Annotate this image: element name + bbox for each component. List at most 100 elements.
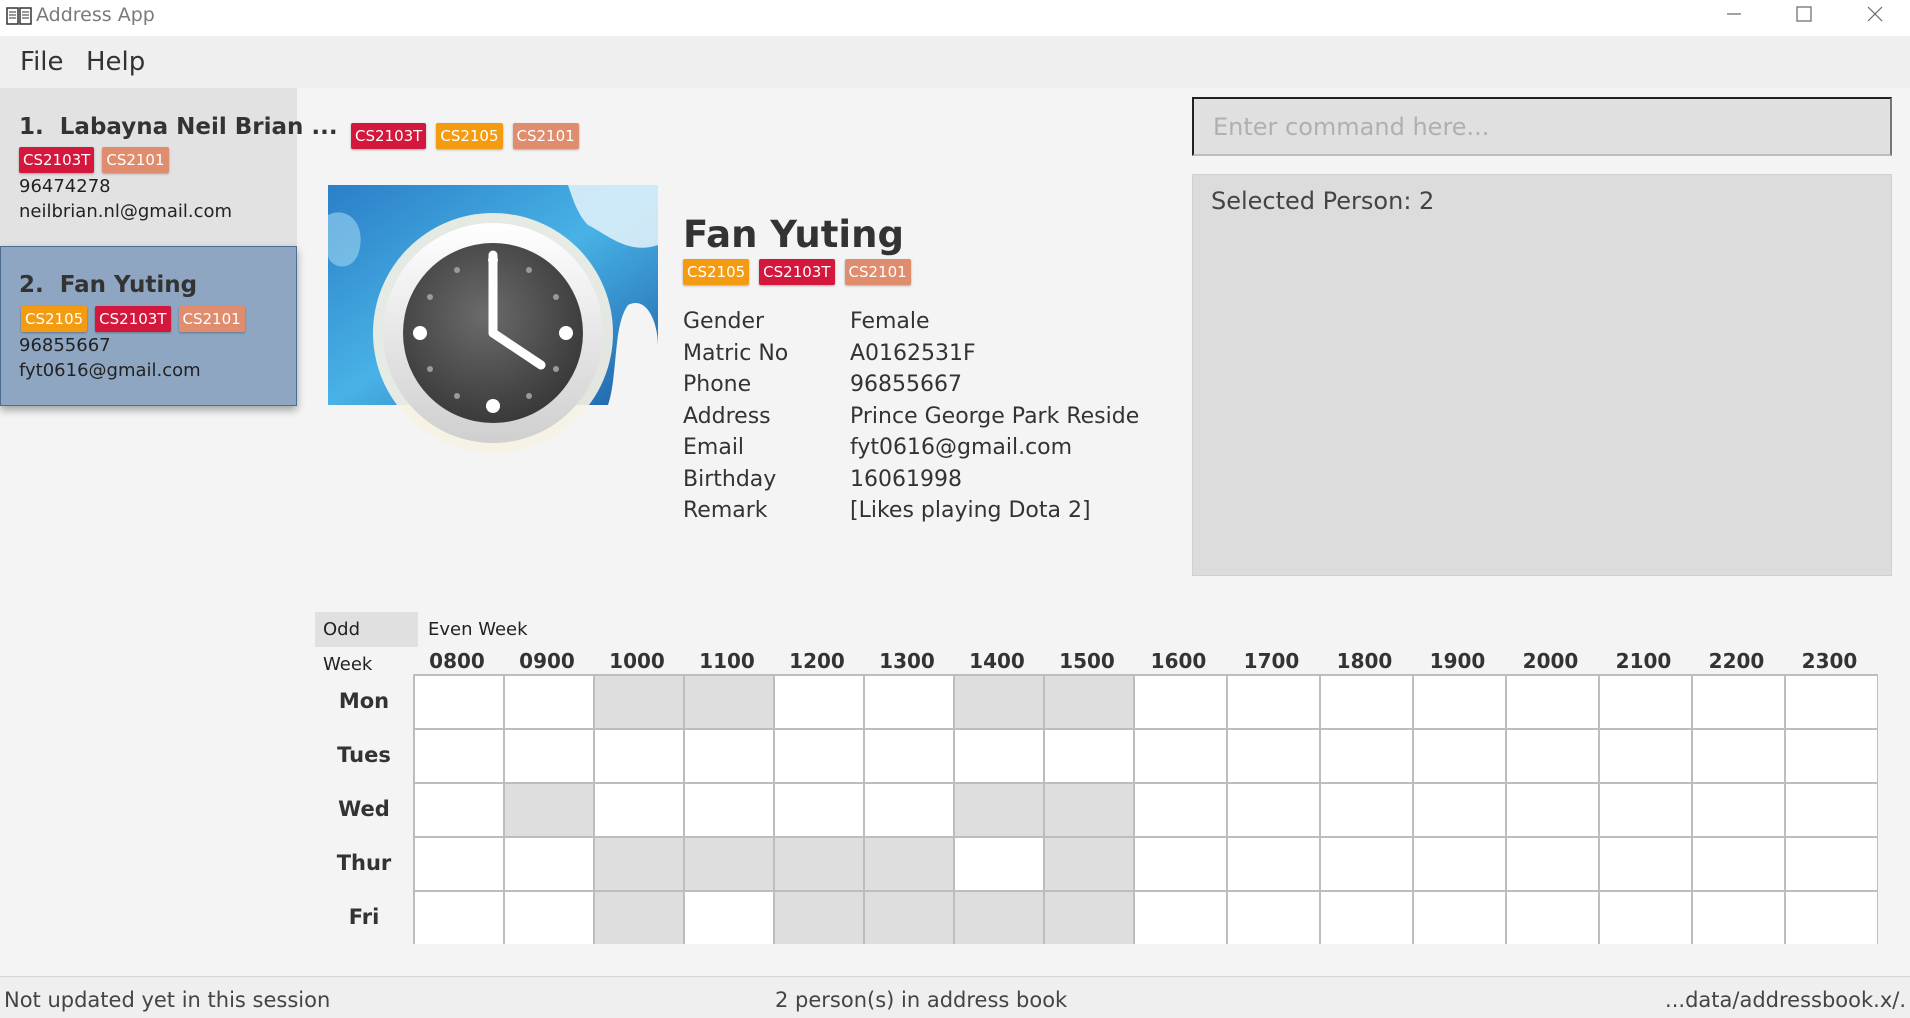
close-icon[interactable] [1840, 0, 1908, 30]
timetable-cell [1693, 838, 1784, 890]
timetable-cell-busy [865, 838, 953, 890]
menu-bar: File Help [0, 36, 1910, 88]
timetable-cell [1600, 730, 1691, 782]
timetable-cell [1414, 784, 1505, 836]
person-card-name: 2. Fan Yuting [19, 272, 197, 298]
timetable-cell-busy [955, 784, 1043, 836]
timetable-cell [1135, 892, 1226, 944]
timetable-cell-busy [685, 838, 773, 890]
person-index: 1. [19, 114, 44, 140]
time-header: 2100 [1615, 649, 1672, 673]
day-label: Fri [348, 905, 380, 929]
timetable-cell [415, 838, 503, 890]
timetable-cell [595, 784, 683, 836]
time-header: 1700 [1243, 649, 1300, 673]
timetable-cell [415, 892, 503, 944]
person-card-name: 1. Labayna Neil Brian ... [19, 114, 338, 140]
timetable-cell-busy [505, 784, 593, 836]
save-location: ...data/addressbook.x/. [1665, 988, 1906, 1012]
time-header: 2300 [1801, 649, 1858, 673]
timetable-cell [1786, 730, 1877, 782]
time-header: 1300 [879, 649, 935, 673]
timetable-cell [1135, 784, 1226, 836]
sync-status: Not updated yet in this session [4, 988, 331, 1012]
timetable-cell [1786, 676, 1877, 728]
time-header: 0900 [519, 649, 575, 673]
timetable-cell [505, 892, 593, 944]
window-title: Address App [36, 4, 155, 26]
time-header: 1800 [1336, 649, 1393, 673]
timetable-cell [415, 784, 503, 836]
result-display: Selected Person: 2 [1192, 174, 1892, 576]
timetable-cell [1507, 676, 1598, 728]
menu-file[interactable]: File [20, 46, 64, 78]
field-value-gender: Female [850, 309, 930, 334]
detail-tags: CS2105 CS2103T CS2101 [683, 259, 911, 285]
tab-even-week[interactable]: Even Week [420, 612, 536, 647]
timetable-cell [775, 676, 863, 728]
timetable-cell [1600, 676, 1691, 728]
tag-badge: CS2103T [351, 123, 427, 149]
timetable-cell [955, 730, 1043, 782]
person-email: fyt0616@gmail.com [19, 360, 201, 381]
time-header: 1600 [1150, 649, 1207, 673]
tab-odd-week[interactable]: Odd Week [315, 612, 418, 675]
timetable-cell [685, 892, 773, 944]
timetable-cell-busy [1045, 784, 1133, 836]
timetable-cell [865, 730, 953, 782]
timetable-cell [1321, 784, 1412, 836]
timetable-cell [1228, 892, 1319, 944]
detail-header-tags: CS2103T CS2105 CS2101 [351, 123, 579, 149]
time-header: 1400 [969, 649, 1025, 673]
tag-badge: CS2103T [95, 306, 171, 332]
book-icon [6, 7, 32, 25]
tag-badge: CS2103T [19, 147, 95, 173]
timetable-cell [1414, 892, 1505, 944]
timetable-cell [685, 730, 773, 782]
field-label-matric: Matric No [683, 341, 789, 366]
day-label: Mon [338, 689, 390, 713]
time-header: 0800 [429, 649, 485, 673]
timetable-cell [1321, 676, 1412, 728]
timetable-cell [865, 676, 953, 728]
timetable-cell-busy [1045, 676, 1133, 728]
person-name: Fan Yuting [59, 272, 198, 298]
timetable-cell-busy [955, 676, 1043, 728]
field-label-phone: Phone [683, 372, 752, 397]
timetable-cell [595, 730, 683, 782]
result-text: Selected Person: 2 [1211, 187, 1435, 215]
field-value-matric: A0162531F [850, 341, 976, 366]
field-value-address: Prince George Park Reside... [850, 404, 1140, 429]
time-header: 2000 [1522, 649, 1579, 673]
tag-badge: CS2101 [844, 259, 911, 285]
status-bar: Not updated yet in this session 2 person… [0, 976, 1910, 1018]
timetable-cell-busy [775, 838, 863, 890]
field-value-email: fyt0616@gmail.com [850, 435, 1073, 460]
maximize-icon[interactable] [1770, 0, 1838, 30]
tag-badge: CS2103T [759, 259, 835, 285]
command-input[interactable] [1192, 97, 1892, 156]
timetable-cell [1321, 838, 1412, 890]
field-label-gender: Gender [683, 309, 765, 334]
timetable-cell [1693, 892, 1784, 944]
field-value-remark: [Likes playing Dota 2] [850, 498, 1091, 523]
timetable-cell-busy [1045, 838, 1133, 890]
time-header: 1000 [609, 649, 665, 673]
menu-help[interactable]: Help [86, 46, 145, 78]
minimize-icon[interactable] [1700, 0, 1768, 30]
time-header: 1500 [1059, 649, 1115, 673]
timetable-cell [1786, 784, 1877, 836]
tag-badge: CS2105 [436, 123, 503, 149]
timetable-cell [1693, 676, 1784, 728]
timetable-cell [1414, 730, 1505, 782]
profile-photo [328, 185, 658, 453]
field-label-birthday: Birthday [683, 467, 777, 492]
timetable-cell [415, 676, 503, 728]
timetable-cell [1693, 730, 1784, 782]
tag-badge: CS2105 [21, 306, 88, 332]
timetable-cell-busy [595, 892, 683, 944]
field-label-remark: Remark [683, 498, 768, 523]
person-card-tags: CS2105 CS2103T CS2101 [21, 306, 245, 332]
timetable-cell-busy [775, 892, 863, 944]
timetable-cell [955, 838, 1043, 890]
